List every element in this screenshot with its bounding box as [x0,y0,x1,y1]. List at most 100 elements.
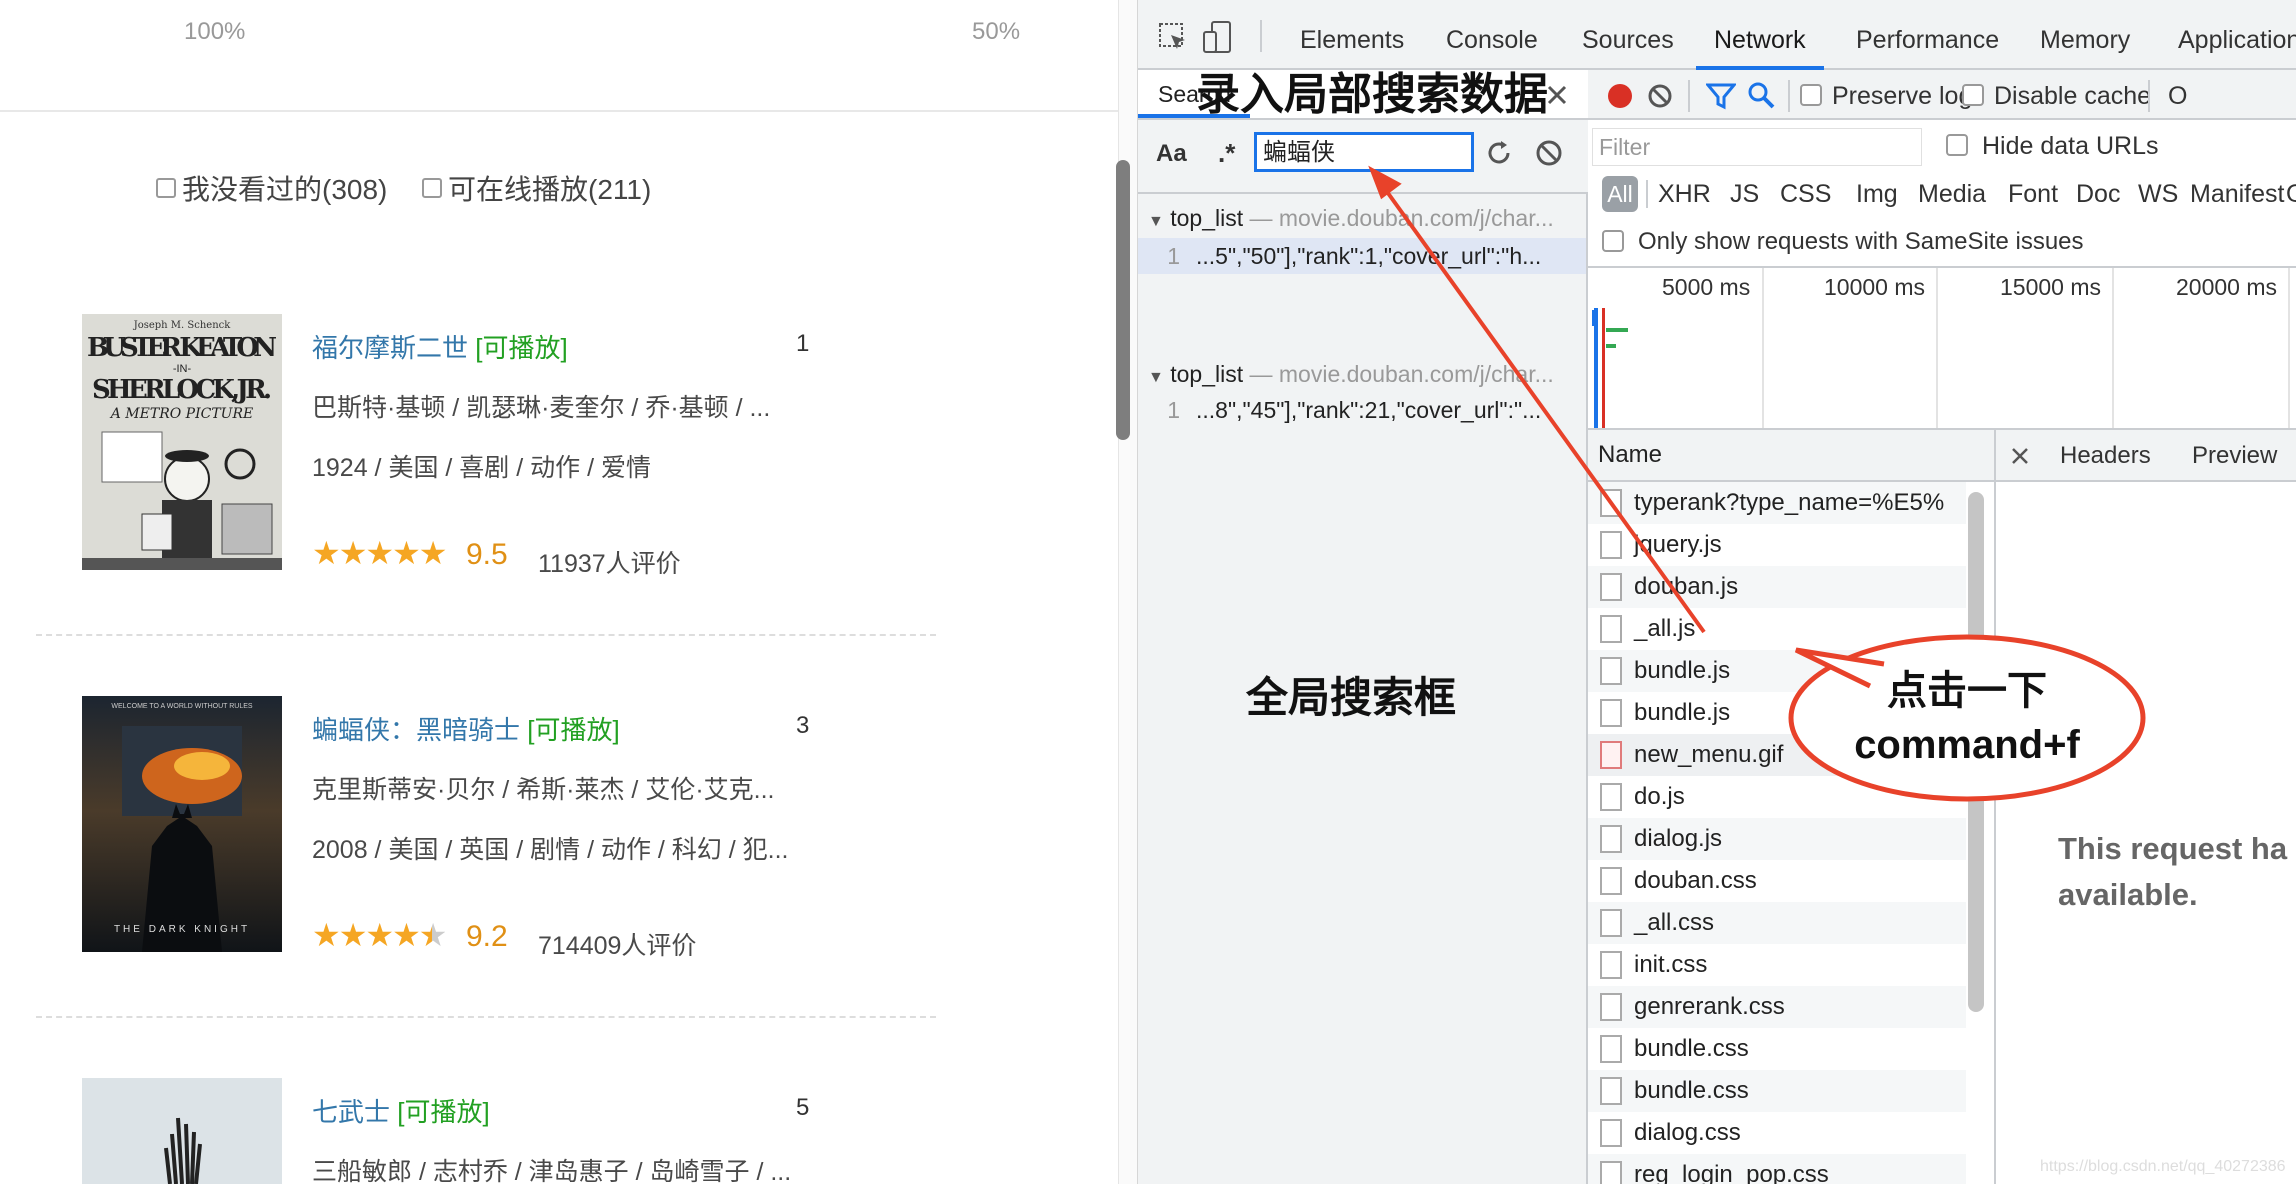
grid-line [1762,268,1764,428]
disable-cache-checkbox[interactable] [1962,84,1984,106]
checkbox[interactable] [156,178,176,198]
preserve-log-checkbox[interactable] [1800,84,1822,106]
movie-poster[interactable]: Joseph M. Schenck BUSTER KEATON -IN- SHE… [82,314,282,570]
filter-unwatched[interactable]: 我没看过的(308) [156,168,387,208]
movie-votes: 714409人评价 [538,932,697,960]
request-bar [1606,328,1628,332]
search-result-line[interactable]: 1 ...8","45"],"rank":21,"cover_url":"... [1138,392,1586,428]
network-filter-bar: Filter Hide data URLs All XHR JS CSS Img… [1588,120,2296,268]
type-filter-css[interactable]: CSS [1780,180,1831,209]
search-result-file[interactable]: ▼ top_list — movie.douban.com/j/char... [1148,200,1588,236]
devtools-panel: Elements Console Sources Network Perform… [1138,0,2296,1184]
page-scrollbar-thumb[interactable] [1116,160,1130,440]
device-toolbar-icon[interactable] [1202,20,1234,54]
script-file-icon [1600,825,1622,853]
type-filter-xhr[interactable]: XHR [1658,180,1711,209]
expand-triangle-icon[interactable]: ▼ [1148,213,1164,230]
stylesheet-file-icon [1600,1119,1622,1147]
search-icon[interactable] [1746,80,1776,110]
tab-preview[interactable]: Preview [2192,442,2277,470]
movie-poster[interactable] [82,1078,282,1184]
record-icon[interactable] [1606,82,1634,110]
type-filter-js[interactable]: JS [1730,180,1759,209]
request-row[interactable]: reg_login_pop.css [1588,1154,1966,1184]
samesite-checkbox[interactable] [1602,230,1624,252]
watermark: https://blog.csdn.net/qq_40272386 [2040,1158,2286,1175]
request-row[interactable]: init.css [1588,944,1966,986]
network-toolbar: Preserve log Disable cache O [1588,70,2296,120]
throttling-select[interactable]: O [2168,82,2187,111]
request-bar [1592,310,1596,326]
poster-text: -IN- [173,363,192,375]
disable-cache-label: Disable cache [1994,82,2152,110]
poster-art-icon [82,1078,282,1184]
movie-poster[interactable]: WELCOME TO A WORLD WITHOUT RULES THE DAR… [82,696,282,952]
playable-tag[interactable]: [可播放] [527,715,619,745]
poster-text: Joseph M. Schenck [133,320,232,331]
request-detail-pane: Headers Preview This request ha availabl… [1996,430,2296,1184]
playable-tag[interactable]: [可播放] [475,333,567,363]
dom-content-loaded-line [1594,308,1598,428]
checkbox[interactable] [422,178,442,198]
poster-text: A METRO PICTURE [109,406,253,422]
clear-icon[interactable] [1534,138,1564,168]
search-input[interactable]: 蝙蝠侠 [1254,132,1474,172]
expand-triangle-icon[interactable]: ▼ [1148,369,1164,386]
playable-tag[interactable]: [可播放] [397,1097,489,1127]
request-row[interactable]: dialog.css [1588,1112,1966,1154]
type-filter-media[interactable]: Media [1918,180,1986,209]
search-result-file[interactable]: ▼ top_list — movie.douban.com/j/char... [1148,356,1588,392]
hide-data-urls-checkbox[interactable] [1946,134,1968,156]
tab-headers[interactable]: Headers [2060,442,2151,470]
movie-cast: 巴斯特·基顿 / 凯瑟琳·麦奎尔 / 乔·基顿 / ... [312,394,771,422]
script-file-icon [1600,615,1622,643]
request-row[interactable]: typerank?type_name=%E5% [1588,482,1966,524]
tab-memory[interactable]: Memory [2040,0,2130,70]
match-case-button[interactable]: Aa [1156,140,1187,168]
network-timeline[interactable]: 5000 ms 10000 ms 15000 ms 20000 ms [1588,268,2296,430]
request-row[interactable]: douban.css [1588,860,1966,902]
movie-title[interactable]: 福尔摩斯二世 [可播放] [312,328,568,365]
movie-score: 9.2 [466,920,508,953]
poster-text: WELCOME TO A WORLD WITHOUT RULES [111,703,253,710]
script-file-icon [1600,783,1622,811]
type-filter-other[interactable]: O [2286,180,2296,209]
request-row[interactable]: jquery.js [1588,524,1966,566]
type-filter-img[interactable]: Img [1856,180,1898,209]
document-icon [1600,489,1622,517]
poster-art-icon: Joseph M. Schenck BUSTER KEATON -IN- SHE… [82,314,282,570]
tab-application[interactable]: Application [2178,0,2296,70]
divider [36,634,936,636]
request-row[interactable]: genrerank.css [1588,986,1966,1028]
type-filter-manifest[interactable]: Manifest [2190,180,2284,209]
refresh-icon[interactable] [1484,138,1514,168]
type-filter-all[interactable]: All [1602,176,1638,212]
request-row[interactable]: do.js [1588,776,1966,818]
close-icon[interactable] [2010,446,2030,466]
inspect-element-icon[interactable] [1158,22,1188,52]
tab-network[interactable]: Network [1696,0,1824,70]
name-column-header[interactable]: Name [1588,430,1996,482]
search-result-line[interactable]: 1 ...5","50"],"rank":1,"cover_url":"h... [1138,238,1586,274]
type-filter-ws[interactable]: WS [2138,180,2178,209]
filter-input[interactable]: Filter [1592,128,1922,166]
bubble-line: command+f [1854,723,2080,767]
request-row[interactable]: douban.js [1588,566,1966,608]
request-row[interactable]: bundle.css [1588,1070,1966,1112]
stylesheet-file-icon [1600,909,1622,937]
tab-performance[interactable]: Performance [1856,0,1999,70]
movie-title[interactable]: 七武士 [可播放] [312,1092,490,1129]
movie-title[interactable]: 蝙蝠侠：黑暗骑士 [可播放] [312,710,620,747]
request-row[interactable]: _all.css [1588,902,1966,944]
clear-icon[interactable] [1646,82,1674,110]
filter-icon[interactable] [1706,82,1736,110]
request-row[interactable]: dialog.js [1588,818,1966,860]
regex-button[interactable]: .* [1218,138,1235,169]
request-row[interactable]: _all.js [1588,608,1966,650]
request-row[interactable]: bundle.css [1588,1028,1966,1070]
type-filter-doc[interactable]: Doc [2076,180,2120,209]
filter-playable[interactable]: 可在线播放(211) [422,168,651,208]
tab-sources[interactable]: Sources [1582,0,1674,70]
type-filter-font[interactable]: Font [2008,180,2058,209]
divider [1788,80,1790,112]
